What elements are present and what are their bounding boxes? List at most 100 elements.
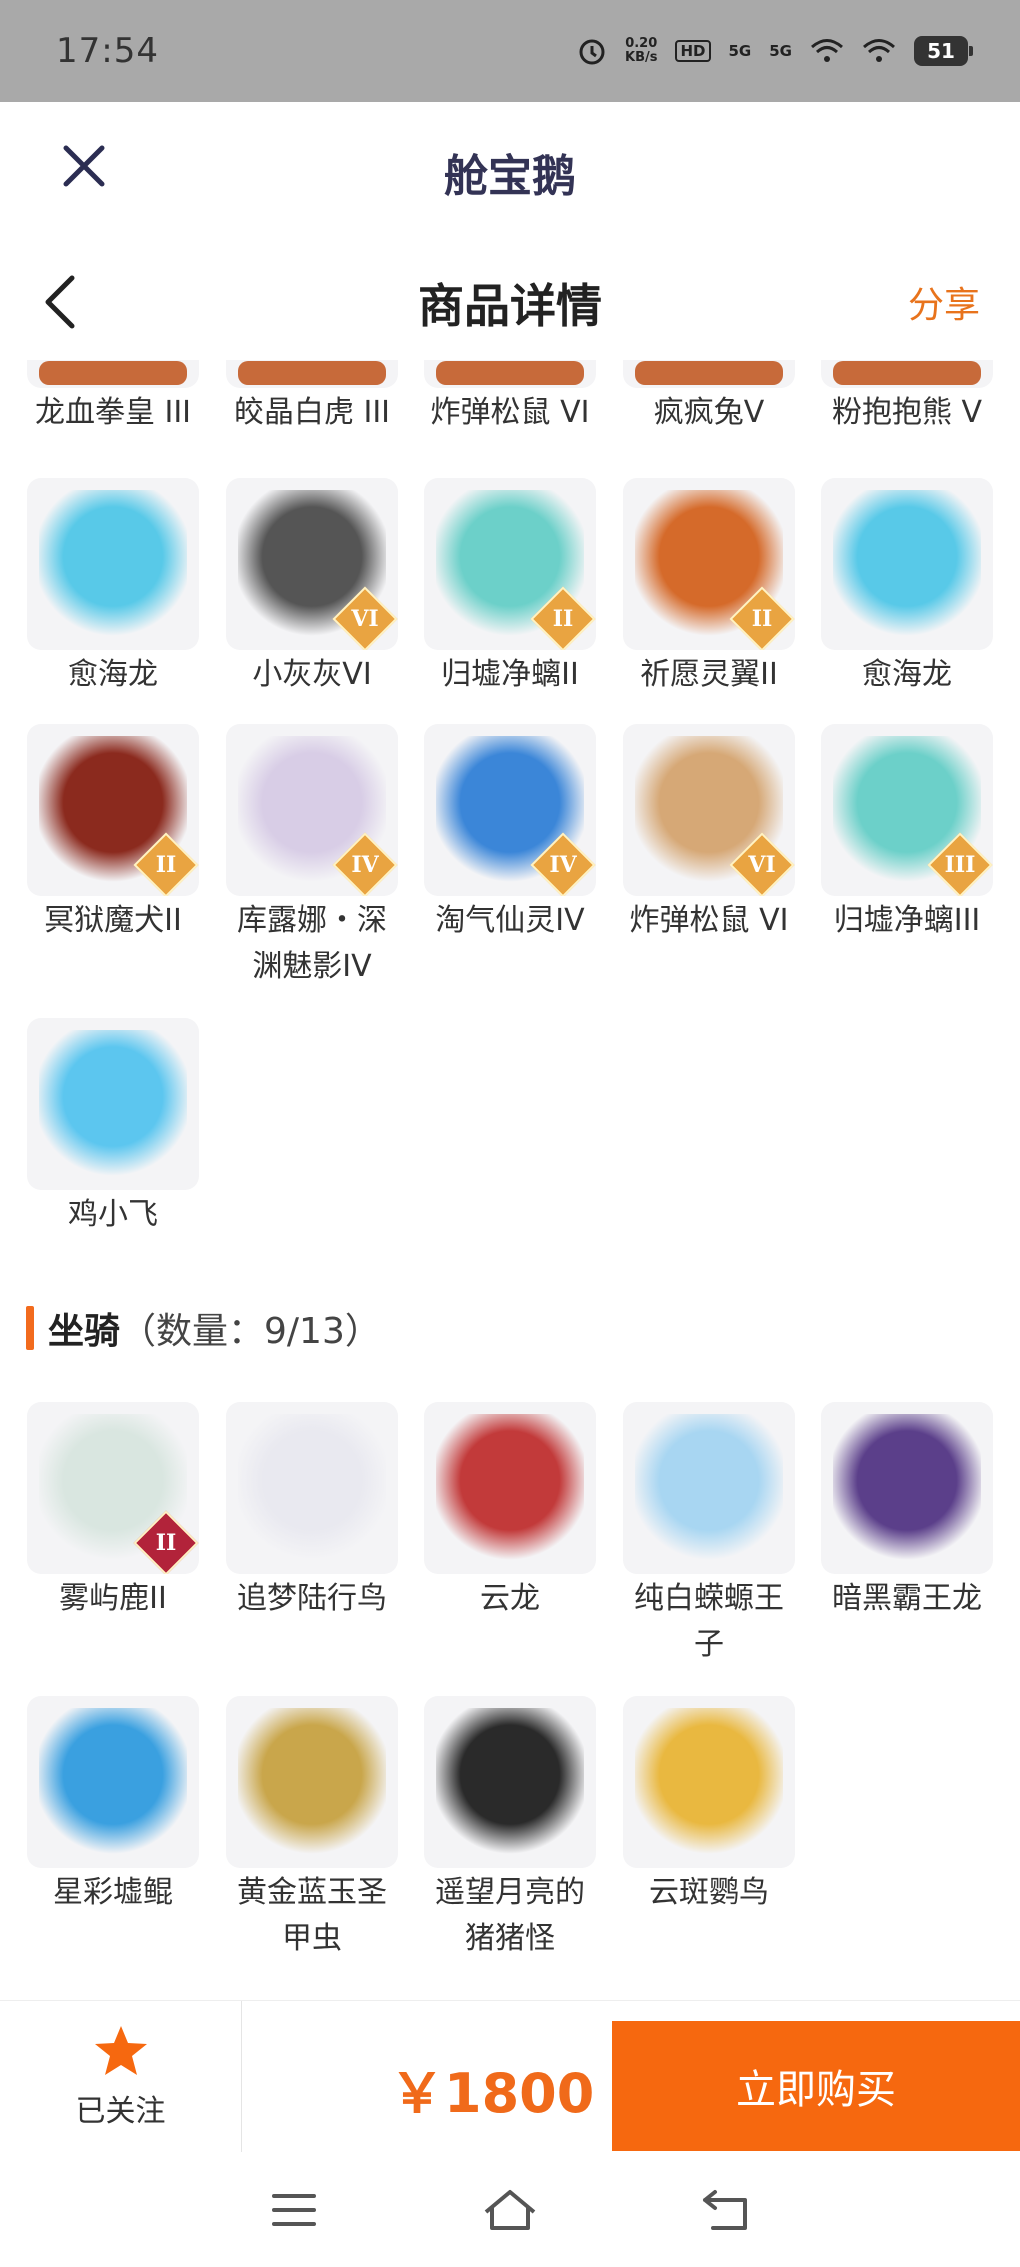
item-card[interactable]: II 雾屿鹿II [27,1402,199,1622]
rank-label: VI [748,852,776,878]
item-thumbnail [27,1696,199,1868]
app-bar: 舱宝鹅 [0,102,1020,232]
item-thumbnail [226,1696,398,1868]
hd-icon: HD [675,40,711,62]
item-thumbnail: II [27,724,199,896]
rank-label: II [155,852,177,878]
item-image [833,1414,981,1562]
page-header: 商品详情 分享 [0,232,1020,360]
partial-item[interactable]: 龙血拳皇 III [27,360,199,436]
alarm-icon [579,39,605,65]
rank-label: II [751,606,773,632]
item-card[interactable]: 追梦陆行鸟 [226,1402,398,1622]
item-thumbnail [424,1696,596,1868]
item-thumbnail [424,360,596,388]
item-card[interactable]: II 祈愿灵翼II [623,478,795,698]
signal-5g-2-icon: 5G [769,42,792,60]
back-nav-button[interactable] [698,2182,754,2238]
product-detail-content[interactable]: 龙血拳皇 III 皎晶白虎 III 炸弹松鼠 VI 疯疯兔V 粉抱抱熊 V 愈海龙 VI 小… [0,360,1020,2000]
item-thumbnail [821,360,993,388]
net-speed: 0.20 KB/s [625,36,658,65]
price: ￥1800 [390,2062,595,2125]
page-title: 商品详情 [418,279,602,333]
item-thumbnail: VI [623,724,795,896]
item-image [39,1030,187,1178]
buy-now-button[interactable]: 立即购买 [612,2021,1020,2151]
partial-item[interactable]: 粉抱抱熊 V [821,360,993,436]
item-thumbnail [27,1018,199,1190]
item-card[interactable]: 星彩墟鲲 [27,1696,199,1916]
item-card[interactable]: 黄金蓝玉圣甲虫 [226,1696,398,1962]
system-nav-bar [0,2152,1020,2267]
item-name: 炸弹松鼠 VI [629,903,789,938]
menu-nav-button[interactable] [266,2182,322,2238]
rank-label: IV [351,852,379,878]
item-thumbnail [623,1402,795,1574]
item-card[interactable]: III 归墟净螭III [821,724,993,944]
item-name: 纯白蝾螈王子 [634,1581,784,1662]
partial-item[interactable]: 皎晶白虎 III [226,360,398,436]
item-card[interactable]: 纯白蝾螈王子 [623,1402,795,1668]
item-name: 追梦陆行鸟 [237,1581,387,1616]
item-thumbnail: IV [424,724,596,896]
item-image [635,1708,783,1856]
wifi-2-icon [863,39,895,62]
item-card[interactable]: 云龙 [424,1402,596,1622]
item-name: 库露娜・深渊魅影IV [237,903,387,984]
item-image [238,361,386,385]
share-link[interactable]: 分享 [908,276,980,328]
item-name: 冥狱魔犬II [44,903,182,938]
rank-label: IV [549,852,577,878]
section-count: （数量：9/13） [120,1311,381,1352]
item-card[interactable]: 鸡小飞 [27,1018,199,1238]
item-name: 龙血拳皇 III [34,395,192,430]
partial-item[interactable]: 炸弹松鼠 VI [424,360,596,436]
battery-icon: 51 [914,36,973,66]
item-image [436,1708,584,1856]
item-name: 云龙 [480,1581,540,1616]
item-name: 淘气仙灵IV [435,903,585,938]
item-card[interactable]: 愈海龙 [821,478,993,698]
item-card[interactable]: VI 小灰灰VI [226,478,398,698]
item-card[interactable]: IV 淘气仙灵IV [424,724,596,944]
item-card[interactable]: II 冥狱魔犬II [27,724,199,944]
rank-label: II [552,606,574,632]
item-name: 祈愿灵翼II [640,657,778,692]
item-thumbnail: IV [226,724,398,896]
item-name: 粉抱抱熊 V [831,395,983,430]
item-thumbnail [821,478,993,650]
item-name: 遥望月亮的猪猪怪 [435,1875,585,1956]
section-label: 坐骑 [48,1311,121,1352]
status-bar: 17:54 0.20 KB/s HD 5G 5G 51 [0,0,1020,102]
item-thumbnail: VI [226,478,398,650]
item-image [436,361,584,385]
item-thumbnail: II [27,1402,199,1574]
item-name: 归墟净螭III [833,903,981,938]
partial-item[interactable]: 疯疯兔V [623,360,795,436]
item-image [833,490,981,638]
item-thumbnail [226,1402,398,1574]
mounts-section-title: 坐骑 （数量：9/13） [26,1302,381,1354]
item-image [833,361,981,385]
item-name: 皎晶白虎 III [233,395,391,430]
item-name: 疯疯兔V [653,395,765,430]
item-card[interactable]: 遥望月亮的猪猪怪 [424,1696,596,1962]
star-icon [94,2026,147,2075]
item-card[interactable]: 暗黑霸王龙 [821,1402,993,1622]
item-card[interactable]: 云斑鹦鸟 [623,1696,795,1916]
item-thumbnail [623,360,795,388]
home-nav-button[interactable] [482,2182,538,2238]
item-card[interactable]: 愈海龙 [27,478,199,698]
item-card[interactable]: II 归墟净螭II [424,478,596,698]
item-thumbnail [226,360,398,388]
item-card[interactable]: VI 炸弹松鼠 VI [623,724,795,944]
item-image [238,1708,386,1856]
item-thumbnail: III [821,724,993,896]
item-thumbnail [27,360,199,388]
item-image [436,1414,584,1562]
item-name: 炸弹松鼠 VI [430,395,590,430]
item-name: 愈海龙 [68,657,158,692]
item-card[interactable]: IV 库露娜・深渊魅影IV [226,724,398,990]
follow-button[interactable]: 已关注 [0,2001,242,2153]
item-thumbnail: II [623,478,795,650]
